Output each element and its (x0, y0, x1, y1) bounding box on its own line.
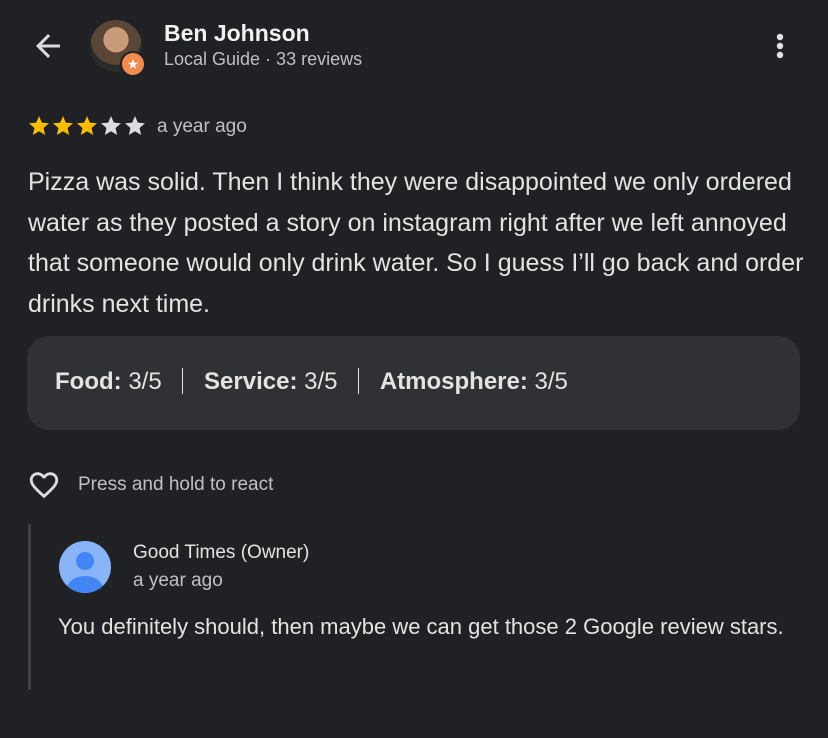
react-button[interactable]: Press and hold to react (26, 468, 273, 502)
divider (358, 367, 360, 394)
heart-outline-icon (29, 472, 59, 499)
atmosphere-label: Atmosphere: (379, 368, 528, 395)
more-vert-icon (776, 33, 784, 59)
service-label: Service: (204, 368, 298, 395)
star-empty-icon (101, 116, 121, 135)
service-value: 3/5 (304, 368, 338, 395)
sub-ratings-line: Food: 3/5 Service: 3/5 Atmosphere: 3/5 (55, 367, 568, 396)
star-rating (27, 114, 147, 138)
star-filled-icon (53, 116, 73, 135)
star-filled-icon (29, 116, 49, 135)
react-label: Press and hold to react (78, 474, 274, 495)
atmosphere-value: 3/5 (534, 368, 568, 395)
reviewer-meta: Local Guide · 33 reviews (164, 49, 363, 69)
star-filled-icon (77, 116, 97, 135)
food-value: 3/5 (128, 368, 162, 395)
review-date: a year ago (157, 116, 247, 137)
owner-name: Good Times (Owner) (133, 542, 310, 563)
star-empty-icon (125, 116, 145, 135)
divider (182, 367, 184, 394)
review-text: Pizza was solid. Then I think they were … (28, 168, 804, 318)
owner-reply-date: a year ago (133, 570, 223, 591)
reply-indent-bar (28, 524, 31, 690)
owner-avatar[interactable] (59, 541, 111, 593)
back-button[interactable] (30, 28, 66, 64)
more-options-button[interactable] (764, 28, 796, 64)
sub-ratings-card: Food: 3/5 Service: 3/5 Atmosphere: 3/5 (27, 336, 800, 430)
review-header: Ben Johnson Local Guide · 33 reviews (0, 0, 828, 100)
person-icon (67, 552, 103, 593)
owner-reply-text: You definitely should, then maybe we can… (58, 614, 784, 639)
arrow-left-icon (36, 34, 60, 58)
food-label: Food: (55, 368, 122, 395)
owner-reply: Good Times (Owner) a year ago You defini… (28, 524, 808, 690)
reviewer-name[interactable]: Ben Johnson (164, 20, 310, 47)
local-guide-badge-icon (120, 51, 146, 77)
